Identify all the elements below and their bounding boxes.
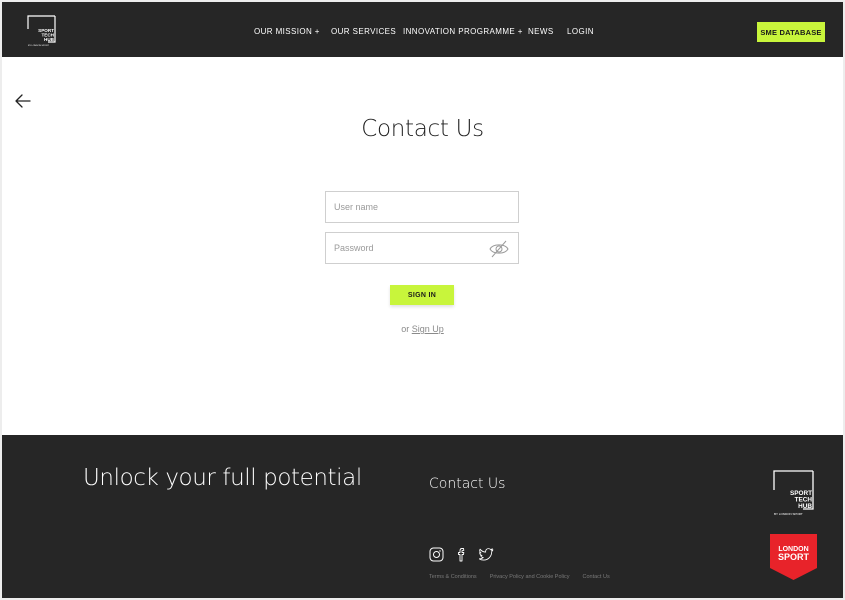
sign-up-link[interactable]: Sign Up <box>412 324 444 334</box>
legal-links: Terms & Conditions Privacy Policy and Co… <box>429 574 610 580</box>
page: SPORT TECH HUB BY LONDON SPORT OUR MISSI… <box>2 2 843 598</box>
site-footer: Unlock your full potential Contact Us Te… <box>2 435 843 598</box>
terms-link[interactable]: Terms & Conditions <box>429 574 477 580</box>
privacy-policy-link[interactable]: Privacy Policy and Cookie Policy <box>490 574 570 580</box>
nav-item-innovation-programme[interactable]: INNOVATION PROGRAMME + <box>403 27 523 36</box>
footer-logo-subline: BY LONDON SPORT <box>774 512 803 516</box>
eye-off-icon[interactable] <box>489 239 509 259</box>
username-field[interactable] <box>325 191 519 223</box>
sme-database-button[interactable]: SME DATABASE <box>757 22 825 42</box>
london-sport-line-2: SPORT <box>778 552 810 562</box>
footer-tagline: Unlock your full potential <box>83 465 362 491</box>
nav-item-our-mission[interactable]: OUR MISSION + <box>254 27 320 36</box>
social-links <box>429 547 494 563</box>
username-input[interactable] <box>326 192 518 222</box>
footer-logo-line-3: HUB <box>798 503 812 510</box>
nav-item-our-services[interactable]: OUR SERVICES <box>331 27 396 36</box>
twitter-icon[interactable] <box>478 547 494 562</box>
sign-in-button[interactable]: SIGN IN <box>390 285 454 305</box>
footer-contact-link[interactable]: Contact Us <box>429 476 505 492</box>
footer-sport-tech-hub-logo[interactable]: SPORT TECH HUB BY LONDON SPORT <box>773 470 814 517</box>
legal-contact-link[interactable]: Contact Us <box>582 574 609 580</box>
nav-item-news[interactable]: NEWS <box>528 27 554 36</box>
password-field[interactable] <box>325 232 519 264</box>
page-title: Contact Us <box>361 116 484 142</box>
london-sport-logo[interactable]: LONDON SPORT <box>770 534 817 582</box>
arrow-left-icon[interactable] <box>14 92 32 110</box>
main-nav: OUR MISSION + OUR SERVICES INNOVATION PR… <box>2 2 843 57</box>
facebook-icon[interactable] <box>454 547 469 562</box>
site-header: SPORT TECH HUB BY LONDON SPORT OUR MISSI… <box>2 2 843 57</box>
nav-item-login[interactable]: LOGIN <box>567 27 594 36</box>
instagram-icon[interactable] <box>429 547 444 562</box>
signup-prompt: or Sign Up <box>2 324 843 334</box>
or-text: or <box>401 324 412 334</box>
